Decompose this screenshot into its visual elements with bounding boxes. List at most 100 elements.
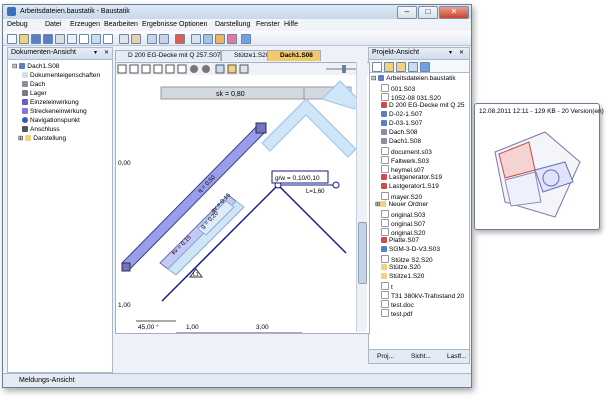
message-view-tab[interactable]: Meldungs-Ansicht <box>19 377 75 384</box>
roof-drawing[interactable]: sk = 0,80 g/w = 0,10/0,10 L=1,60 q = 0,5… <box>116 63 369 333</box>
file-item[interactable]: Stütze1.S20 <box>381 273 424 281</box>
tab-dach[interactable]: Dach1.S08 <box>267 50 321 61</box>
tree-root[interactable]: ⊟ Dach1.S08 <box>12 63 59 71</box>
menu-erzeugen[interactable]: Erzeugen <box>70 21 100 28</box>
cut-icon[interactable] <box>119 34 129 44</box>
load-node-bottom[interactable] <box>121 262 131 272</box>
project-info-icon[interactable] <box>420 62 430 72</box>
snow-load-label: sk = 0,80 <box>216 91 245 98</box>
zoom-out-icon[interactable] <box>141 64 151 74</box>
dim-bottom-1: 1,00 <box>186 324 199 331</box>
file-item[interactable]: D 200 EG-Decke mit Q 25 <box>381 102 465 110</box>
calc-icon[interactable] <box>203 34 213 44</box>
file-icon <box>381 147 389 155</box>
tab-projekt[interactable]: Proj... <box>377 353 394 360</box>
canvas-vertical-scrollbar[interactable] <box>356 62 367 332</box>
zoom-window-icon[interactable] <box>165 64 175 74</box>
file-item[interactable]: Dach1.S08 <box>381 138 421 146</box>
copy-icon[interactable] <box>103 34 113 44</box>
tree-item-dach[interactable]: Dach <box>22 81 45 89</box>
save-all-icon[interactable] <box>43 34 53 44</box>
back-icon[interactable] <box>190 65 198 73</box>
pen-icon[interactable] <box>227 34 237 44</box>
save-icon[interactable] <box>31 34 41 44</box>
drawing-canvas[interactable]: sk = 0,80 g/w = 0,10/0,10 L=1,60 q = 0,5… <box>115 62 370 334</box>
help-icon[interactable] <box>241 34 251 44</box>
export-icon[interactable] <box>67 34 77 44</box>
menu-hilfe[interactable]: Hilfe <box>284 21 298 28</box>
load-node-top[interactable] <box>255 122 267 134</box>
joint-node-right[interactable] <box>332 181 340 189</box>
file-item[interactable]: Stütze.S20 <box>381 264 421 272</box>
maximize-button[interactable]: □ <box>418 6 438 19</box>
tree-item-dokumenteigenschaften[interactable]: Dokumenteigenschaften <box>22 72 100 80</box>
tab-lastfall[interactable]: Lastf... <box>447 353 467 360</box>
file-item[interactable]: SGM-3-D-V3.S03 <box>381 246 440 254</box>
tree-item-darstellung[interactable]: ⊞ Darstellung <box>18 135 66 143</box>
tree-item-einzeleinwirkung[interactable]: Einzeleinwirkung <box>22 99 79 107</box>
new-icon[interactable] <box>7 34 17 44</box>
menu-bearbeiten[interactable]: Bearbeiten <box>104 21 138 28</box>
file-icon <box>381 219 389 227</box>
project-folder-icon[interactable] <box>396 62 406 72</box>
panel-close-icon[interactable]: ✕ <box>104 49 109 56</box>
pin-icon[interactable]: ▾ <box>449 49 452 56</box>
tab-decke[interactable]: D 200 EG-Decke mit Q 257.S07 <box>115 50 221 61</box>
redo-icon[interactable] <box>159 34 169 44</box>
document-icon[interactable] <box>79 34 89 44</box>
zoom-all-icon[interactable] <box>177 64 187 74</box>
project-view-icon[interactable] <box>408 62 418 72</box>
project-open-icon[interactable] <box>384 62 394 72</box>
file-item[interactable]: Dach.S08 <box>381 129 418 137</box>
results-icon[interactable] <box>215 34 225 44</box>
rafter-right[interactable] <box>277 184 347 254</box>
pin-icon[interactable]: ▾ <box>94 49 97 56</box>
file-item[interactable]: Lastgerator1.S19 <box>381 183 439 191</box>
forward-icon[interactable] <box>202 65 210 73</box>
undo-icon[interactable] <box>147 34 157 44</box>
roof-load-right-light[interactable] <box>261 98 357 158</box>
layer-icon[interactable] <box>227 64 237 74</box>
tree-item-anschluss[interactable]: Anschluss <box>22 126 60 134</box>
app-icon <box>7 7 16 16</box>
pan-icon[interactable] <box>153 64 163 74</box>
project-new-icon[interactable] <box>372 62 382 72</box>
delete-icon[interactable] <box>175 34 185 44</box>
grid-icon[interactable] <box>215 64 225 74</box>
zoom-in-icon[interactable] <box>129 64 139 74</box>
minimize-button[interactable]: – <box>397 6 417 19</box>
file-item[interactable]: test.pdf <box>381 309 412 319</box>
file-item[interactable]: D-02-1.S07 <box>381 111 422 119</box>
document-tabs: D 200 EG-Decke mit Q 257.S07 Stütze1.S20… <box>115 50 368 61</box>
tree-item-lager[interactable]: Lager <box>22 90 47 98</box>
menu-optionen[interactable]: Optionen <box>179 21 207 28</box>
properties-icon[interactable] <box>191 34 201 44</box>
file-item[interactable]: D-03-1.S07 <box>381 120 422 128</box>
select-tool-icon[interactable] <box>117 64 127 74</box>
file-item[interactable]: Platte.S07 <box>381 237 419 245</box>
folder-item[interactable]: ⊞ Neuer Ordner <box>375 201 428 209</box>
project-root[interactable]: ⊟ Arbeitsdateien.baustatik <box>371 75 456 83</box>
scroll-thumb[interactable] <box>358 222 367 284</box>
paste-icon[interactable] <box>131 34 141 44</box>
menu-fenster[interactable]: Fenster <box>256 21 280 28</box>
menu-ergebnisse[interactable]: Ergebnisse <box>142 21 177 28</box>
zoom-slider-thumb[interactable] <box>342 65 346 73</box>
tree-item-streckeneinwirkung[interactable]: Streckeneinwirkung <box>22 108 87 116</box>
preview-icon[interactable] <box>91 34 101 44</box>
print-icon[interactable] <box>55 34 65 44</box>
panel-close-icon[interactable]: ✕ <box>459 49 464 56</box>
menu-darstellung[interactable]: Darstellung <box>215 21 250 28</box>
tree-item-navigationspunkt[interactable]: Navigationspunkt <box>22 117 80 125</box>
window-title: Arbeitsdateien.baustatik - Baustatik <box>20 8 130 15</box>
file-item[interactable]: Lastgenerator.S19 <box>381 174 442 182</box>
menu-datei[interactable]: Datei <box>45 21 61 28</box>
document-view-title: Dokumenten-Ansicht <box>11 49 76 56</box>
settings-icon[interactable] <box>239 64 249 74</box>
close-button[interactable]: ✕ <box>439 6 469 19</box>
open-icon[interactable] <box>19 34 29 44</box>
menu-debug[interactable]: Debug <box>7 21 28 28</box>
tab-sicht[interactable]: Sicht... <box>411 353 431 360</box>
dim-left-top: 0,00 <box>118 160 131 167</box>
folder-icon <box>380 201 387 207</box>
